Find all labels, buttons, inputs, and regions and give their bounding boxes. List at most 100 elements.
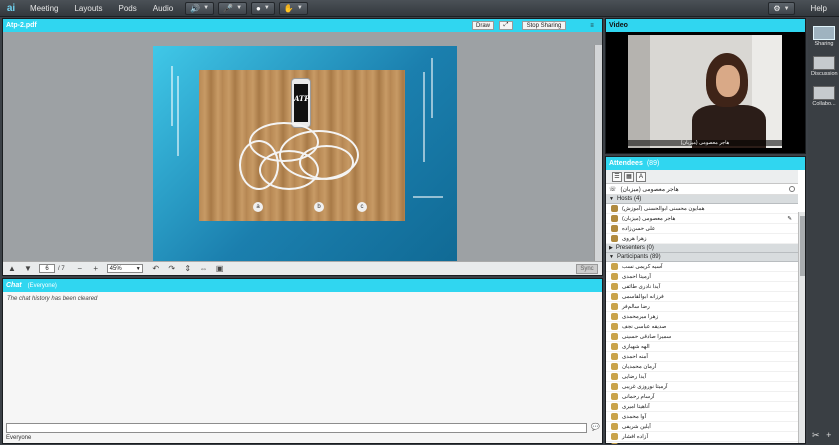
participant-row[interactable]: آیلین شریفی [606, 422, 798, 432]
collapse-triangle-icon: ▼ [609, 196, 614, 202]
participant-row[interactable]: آیدا نادری طائفی [606, 282, 798, 292]
participant-icon [611, 373, 618, 380]
status-radio[interactable] [789, 186, 795, 192]
zoom-out-icon[interactable]: − [75, 264, 85, 274]
participant-row[interactable]: آرمان محمدیان [606, 362, 798, 372]
participant-row[interactable]: آنا نصیری [606, 442, 798, 444]
participant-icon [611, 323, 618, 330]
tools-icon[interactable]: ✂ [812, 430, 820, 440]
layout-collaboration[interactable]: Collabo... [811, 86, 837, 107]
stop-sharing-button[interactable]: Stop Sharing [522, 21, 566, 30]
document-scrollbar[interactable] [594, 45, 602, 275]
pod-options-button[interactable]: ≡ [586, 21, 598, 30]
circuit-line [431, 58, 433, 118]
attendees-scrollbar[interactable] [798, 212, 805, 443]
my-status-row[interactable]: ☏ هاجر معصومی (میزبان) [606, 184, 798, 195]
menu-audio[interactable]: Audio [145, 4, 181, 13]
participant-row[interactable]: الهه شهبازی [606, 342, 798, 352]
app-logo: ai [6, 2, 16, 14]
undo-icon[interactable]: ↶ [151, 264, 161, 274]
participant-row[interactable]: آزاده افشار [606, 432, 798, 442]
zoom-select[interactable]: 45% ▼ [106, 264, 143, 273]
host-icon [611, 215, 618, 222]
participant-row[interactable]: آیدا رضایی [606, 372, 798, 382]
chat-message-input[interactable] [6, 423, 587, 433]
host-row[interactable]: علی حسن‌زاده [606, 224, 798, 234]
settings-button[interactable]: ⚙ ▼ [768, 2, 795, 15]
attendee-list: ☰ ▦ A ☏ هاجر معصومی (میزبان) ▼ Hosts (4)… [606, 170, 798, 444]
chat-title: Chat [6, 282, 22, 289]
participant-row[interactable]: آناهیتا امیری [606, 402, 798, 412]
raise-hand-button[interactable]: ✋ ▼ [278, 1, 308, 15]
host-row[interactable]: زهرا هروی [606, 234, 798, 244]
webcam-caption: هاجر معصومی (میزبان) [628, 140, 782, 146]
participant-row[interactable]: آمنه احمدی [606, 352, 798, 362]
page-number-input[interactable]: 6 [39, 264, 55, 273]
participant-icon [611, 423, 618, 430]
video-title: Video [609, 22, 628, 29]
attendees-pod-title-bar: Attendees (89) [606, 157, 805, 170]
chevron-down-icon: ▼ [783, 5, 790, 12]
gear-icon: ⚙ [773, 4, 781, 13]
presenter-face [716, 65, 740, 97]
host-row[interactable]: همایون محسنی ابوالحسنی (آموزش) [606, 204, 798, 214]
host-icon [611, 225, 618, 232]
slide-label-c: c [357, 202, 367, 212]
layout-thumbnail [813, 26, 835, 40]
fit-icon: ⤢ [503, 22, 509, 28]
add-layout-icon[interactable]: + [826, 430, 831, 440]
host-row[interactable]: هاجر معصومی (میزبان) ✎ [606, 214, 798, 224]
host-icon [611, 235, 618, 242]
fit-width-icon[interactable]: ⇔ [199, 264, 209, 274]
page-down-icon[interactable]: ▼ [23, 264, 33, 274]
breakout-view-icon[interactable]: ▦ [624, 171, 634, 182]
layout-sharing[interactable]: Sharing [811, 26, 837, 47]
chat-to-selector[interactable]: Everyone [6, 435, 31, 441]
share-toolbar: ▲ ▼ 6 / 7 − + 45% ▼ ↶ ↷ ⇕ ⇔ ▣ Sync [3, 261, 602, 275]
chat-send-icon[interactable]: 💬 [591, 423, 600, 433]
status-view-icon[interactable]: A [636, 171, 646, 182]
chat-history-message: The chat history has been cleared [7, 296, 98, 302]
webcam-icon: ● [256, 3, 261, 13]
zoom-in-icon[interactable]: + [91, 264, 101, 274]
participant-row[interactable]: آرسام رحمانی [606, 392, 798, 402]
sync-button[interactable]: Sync [576, 264, 598, 274]
presenters-group-header[interactable]: ▶ Presenters (0) [606, 244, 798, 253]
participant-row[interactable]: آسیه کریمی نسب [606, 262, 798, 272]
chevron-down-icon: ▼ [263, 5, 270, 11]
participant-icon [611, 293, 618, 300]
microphone-icon: 🎤 [223, 3, 234, 13]
attendees-pod: Attendees (89) ☰ ▦ A ☏ هاجر معصومی (میزب… [605, 156, 806, 444]
page-up-icon[interactable]: ▲ [7, 264, 17, 274]
participant-icon [611, 433, 618, 440]
menu-pods[interactable]: Pods [111, 4, 145, 13]
participant-row[interactable]: سمیرا صادقی حسینی [606, 332, 798, 342]
microphone-button[interactable]: 🎤 ▼ [218, 1, 248, 15]
participant-row[interactable]: رضا سالم‌فر [606, 302, 798, 312]
help-menu[interactable]: Help [803, 4, 839, 13]
speaker-button[interactable]: 🔊 ▼ [185, 1, 215, 15]
participant-row[interactable]: آرمیتا نوروزی غریبی [606, 382, 798, 392]
scrollbar-thumb[interactable] [800, 216, 805, 276]
participant-icon [611, 363, 618, 370]
list-view-icon[interactable]: ☰ [612, 171, 622, 182]
share-pod-title: Atp-2.pdf [6, 22, 37, 29]
participant-row[interactable]: آرمیتا احمدی [606, 272, 798, 282]
hosts-group-header[interactable]: ▼ Hosts (4) [606, 195, 798, 204]
participant-row[interactable]: صدیقه عباسی نجف [606, 322, 798, 332]
participant-row[interactable]: زهرا میرمحمدی [606, 312, 798, 322]
fit-page-icon[interactable]: ⇕ [183, 264, 193, 274]
layout-discussion[interactable]: Discussion [811, 56, 838, 77]
participant-row[interactable]: آوا محمدی [606, 412, 798, 422]
draw-button[interactable]: Draw [472, 21, 494, 30]
menu-layouts[interactable]: Layouts [66, 4, 110, 13]
slide-logo-text: ATP [294, 94, 310, 103]
camera-button[interactable]: ● ▼ [251, 1, 275, 15]
fullscreen-icon[interactable]: ▣ [215, 264, 225, 274]
menu-meeting[interactable]: Meeting [22, 4, 66, 13]
cable-loop [239, 140, 279, 190]
redo-icon[interactable]: ↷ [167, 264, 177, 274]
participant-row[interactable]: فرزانه ابوالقاسمی [606, 292, 798, 302]
fit-width-button[interactable]: ⤢ [499, 21, 513, 30]
participants-group-header[interactable]: ▼ Participants (89) [606, 253, 798, 262]
